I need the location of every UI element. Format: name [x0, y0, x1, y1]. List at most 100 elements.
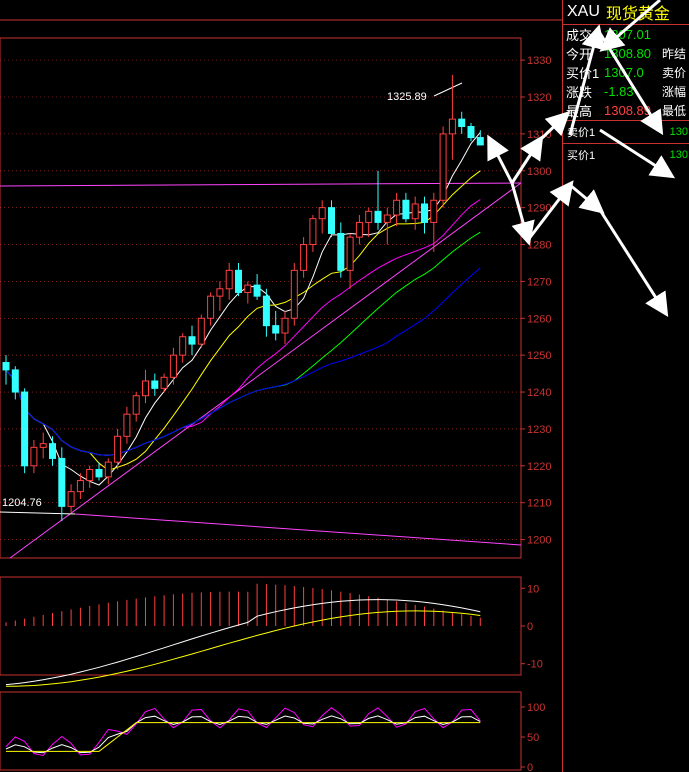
candle-body	[2, 362, 10, 371]
candle-body	[253, 284, 261, 297]
candle-body	[67, 491, 75, 507]
candle-body	[476, 137, 484, 146]
ask-label: 卖价1	[567, 127, 596, 139]
price-tick-label: 1260	[527, 313, 551, 325]
kline-chart[interactable]: 1330 1320 1310 1300 1290 1280 1270 1260 1250 1240…	[0, 0, 562, 772]
price-tick-label: 1280	[527, 240, 551, 252]
price-tick-label: 1310	[527, 129, 551, 141]
price-tick-label: 1220	[527, 461, 551, 473]
macd-tick-label: -10	[527, 659, 543, 671]
candle-body	[179, 336, 187, 356]
candle-body	[439, 133, 447, 201]
macd-tick-label: 10	[527, 583, 539, 595]
row-value: 1308.89	[604, 103, 651, 118]
candle-body	[132, 395, 140, 415]
support-trend-line	[9, 182, 522, 559]
bid-value: 130	[669, 149, 688, 161]
row-value: -1.83	[604, 84, 634, 99]
candle-body	[337, 232, 345, 271]
ask-row: 卖价1 130	[563, 121, 689, 143]
symbol-name: 现货黄金	[605, 6, 670, 23]
candle-body	[197, 317, 205, 345]
row-label: 成交	[566, 28, 593, 43]
candle-body	[160, 376, 168, 389]
kdj-line	[6, 722, 481, 752]
candle-body	[244, 284, 252, 293]
candlesticks	[2, 74, 484, 522]
quote-row-change: 涨跌 -1.83 涨幅	[563, 82, 689, 101]
candle-body	[281, 317, 289, 334]
candle-body	[365, 210, 373, 223]
bid-label: 买价1	[567, 150, 596, 162]
candle-body	[151, 380, 159, 389]
symbol-code: XAU	[567, 3, 600, 20]
candle-body	[114, 435, 122, 463]
price-tick-label: 1300	[527, 166, 551, 178]
candle-body	[318, 207, 326, 220]
price-tick-label: 1250	[527, 350, 551, 362]
row-label-2: 最低	[662, 104, 687, 118]
candle-body	[58, 457, 66, 507]
candle-body	[355, 221, 363, 238]
candle-body	[448, 118, 456, 135]
macd-panel	[5, 583, 481, 687]
ma-line	[5, 267, 481, 456]
candle-body	[309, 218, 317, 246]
chart-grid	[0, 19, 562, 771]
row-label-2: 涨幅	[662, 85, 687, 99]
candle-body	[262, 295, 270, 327]
price-axis: 1330 1320 1310 1300 1290 1280 1270 1260 1250 1240…	[521, 55, 551, 772]
candle-body	[421, 203, 428, 223]
ask-value: 130	[669, 126, 688, 138]
quote-row-last: 成交 1307.01	[563, 25, 689, 44]
candle-body	[86, 468, 94, 482]
candle-body	[39, 443, 47, 448]
row-value: 1307.0	[604, 65, 644, 80]
kdj-line	[5, 715, 481, 754]
candle-body	[216, 288, 224, 297]
candle-body	[290, 269, 298, 319]
quote-header: XAU 现货黄金	[563, 0, 689, 25]
price-tick-label: 1200	[527, 535, 551, 547]
candle-body	[467, 126, 475, 139]
candle-body	[393, 199, 401, 216]
macd-dif-line	[5, 599, 481, 686]
kdj-line	[5, 707, 481, 757]
candle-body	[49, 443, 56, 459]
row-label-2: 昨结	[662, 47, 687, 61]
row-label: 涨跌	[566, 85, 593, 100]
kdj-tick-label: 50	[527, 732, 539, 744]
ma-line	[5, 199, 481, 456]
candle-body	[383, 214, 391, 223]
kdj-tick-label: 0	[527, 762, 533, 772]
candle-body	[430, 199, 438, 223]
candle-body	[21, 391, 29, 467]
candle-body	[207, 295, 215, 319]
candle-body	[458, 118, 466, 128]
candle-body	[169, 354, 177, 378]
candle-body	[30, 446, 38, 467]
candle-body	[374, 210, 382, 223]
candle-body	[142, 380, 149, 397]
candle-body	[402, 199, 410, 220]
price-tick-label: 1210	[527, 498, 551, 510]
candle-body	[225, 269, 233, 290]
candle-body	[411, 203, 419, 220]
candle-body	[76, 480, 84, 493]
candle-body	[272, 325, 280, 334]
candle-body	[235, 269, 242, 293]
macd-tick-label: 0	[527, 621, 533, 633]
low-price-note: 1204.76	[2, 497, 42, 509]
row-label: 最高	[566, 104, 593, 119]
bid-row: 买价1 130	[563, 144, 689, 166]
candle-body	[300, 244, 308, 271]
kdj-tick-label: 100	[527, 702, 545, 714]
row-value: 1307.01	[604, 27, 651, 42]
low-note-leader	[0, 511, 76, 515]
candle-body	[95, 468, 103, 478]
high-note-leader	[433, 82, 463, 97]
row-label: 买价1	[566, 66, 600, 81]
row-label: 今开	[566, 47, 593, 62]
high-price-note: 1325.89	[387, 91, 427, 103]
row-label-2: 卖价	[662, 66, 687, 80]
